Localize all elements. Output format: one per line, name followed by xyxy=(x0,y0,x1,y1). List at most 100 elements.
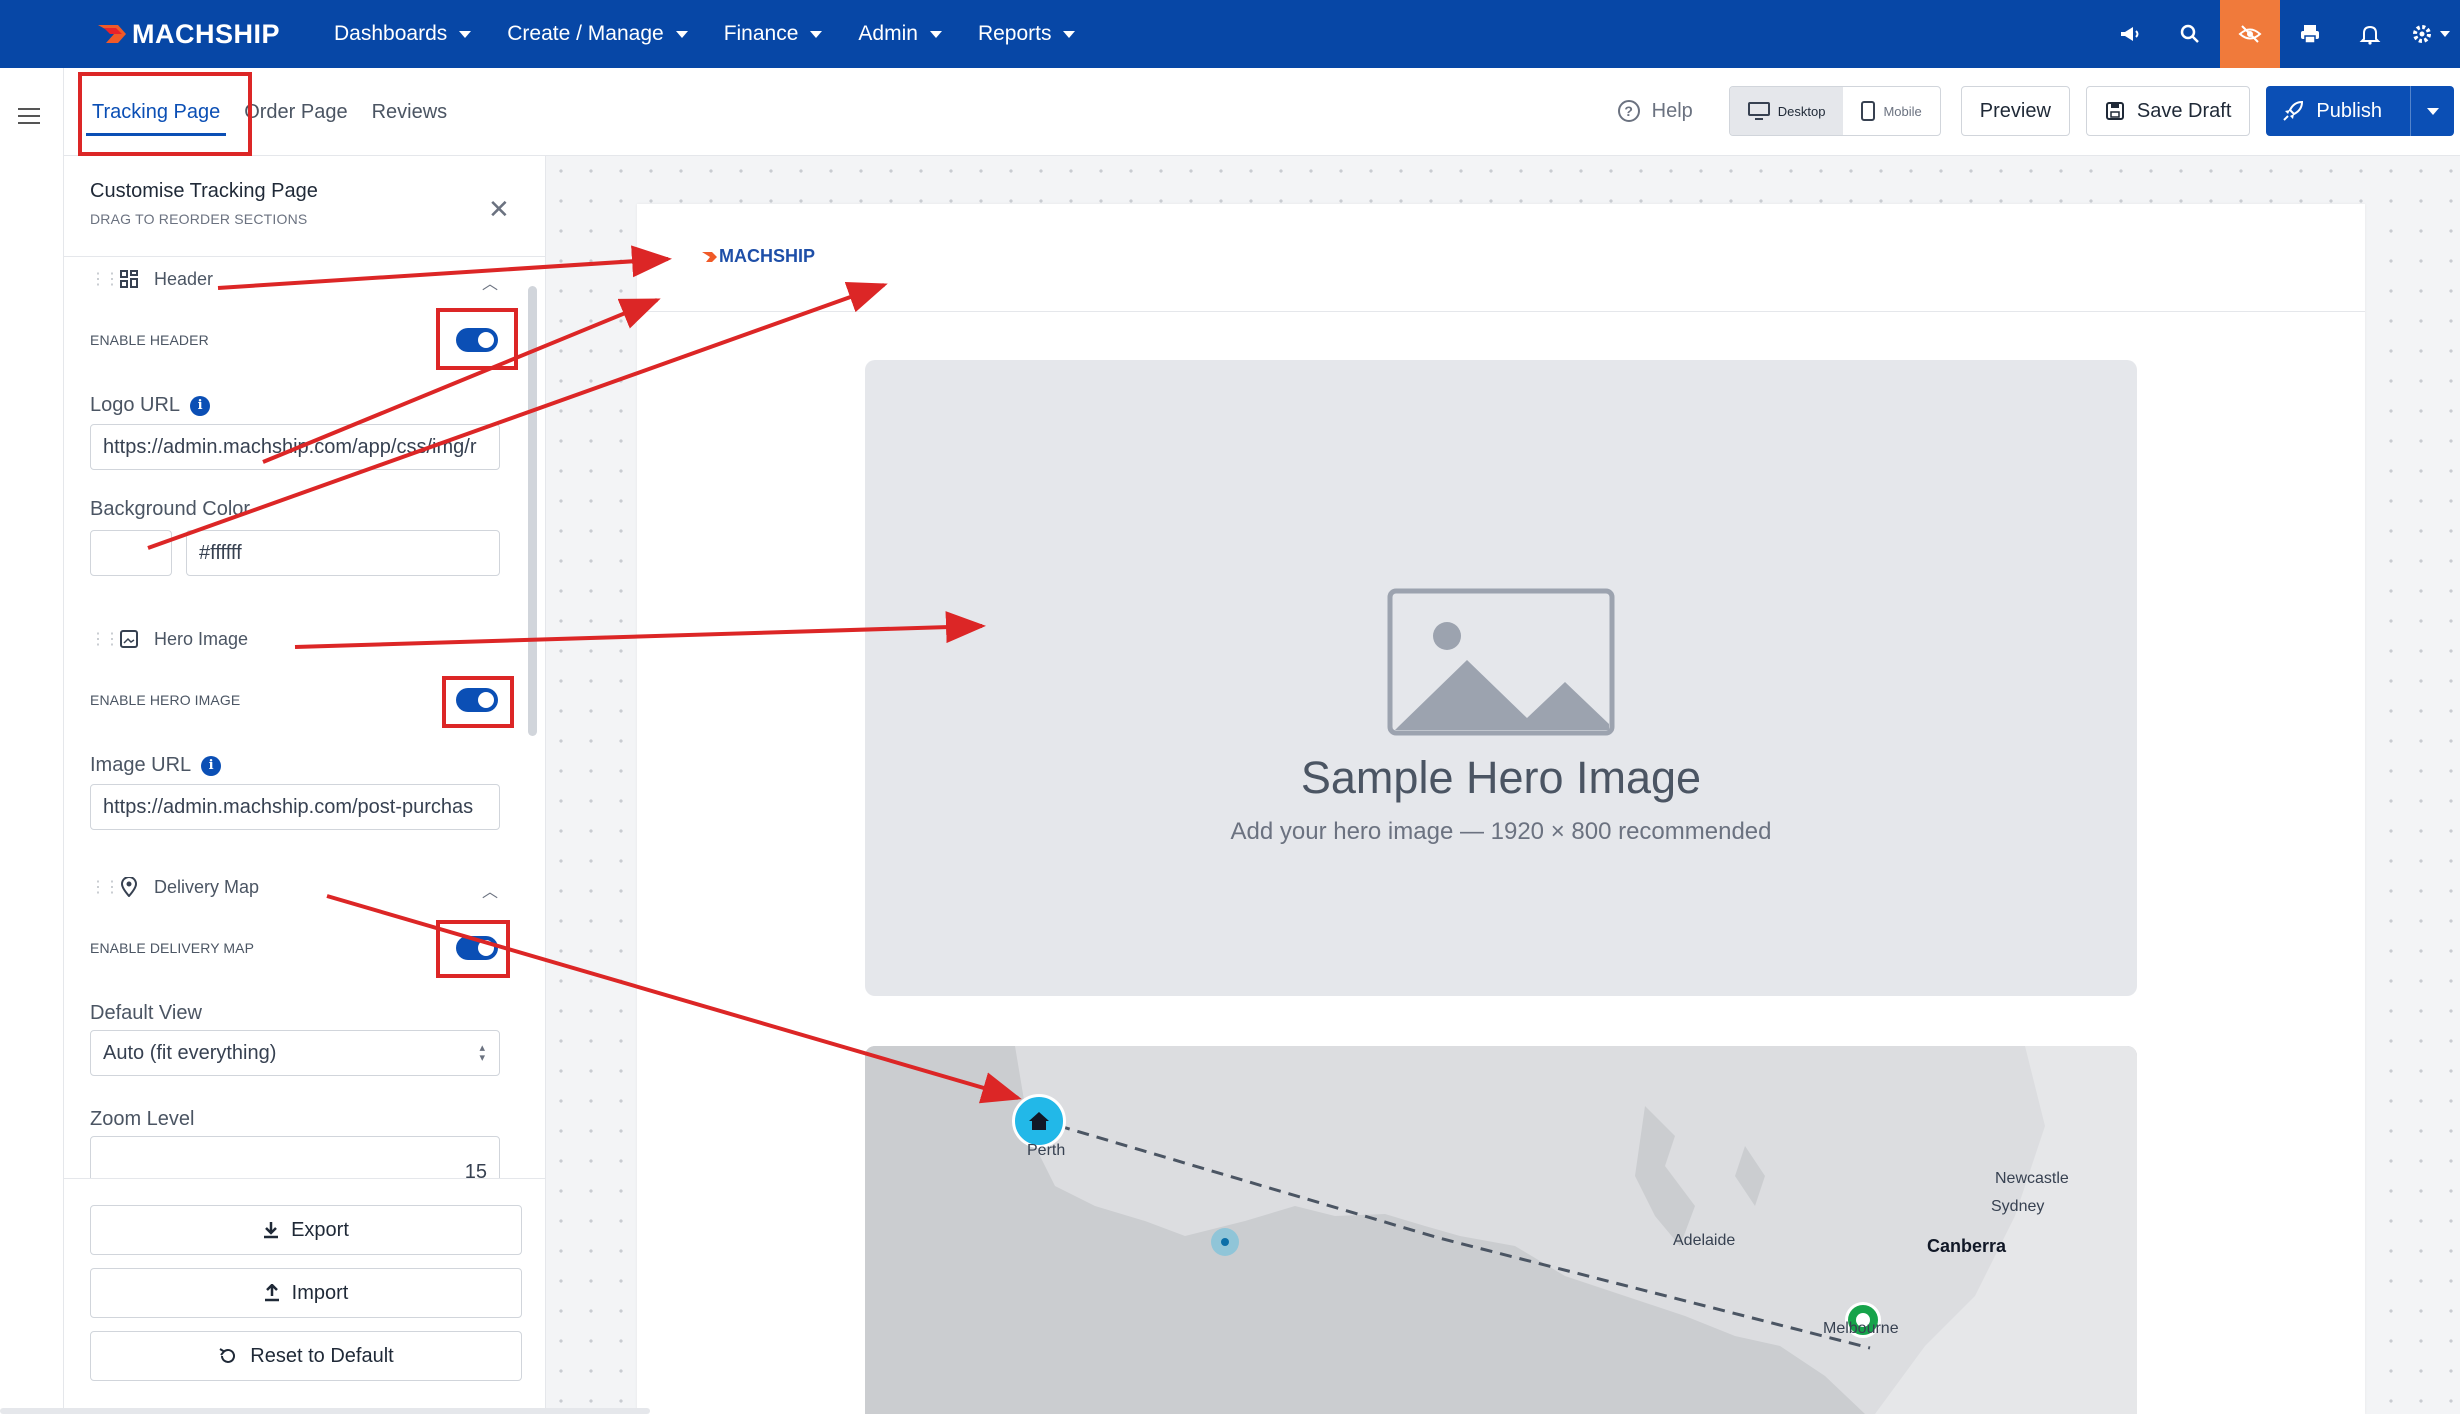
device-toggle: Desktop Mobile xyxy=(1728,86,1941,136)
reset-button[interactable]: Reset to Default xyxy=(90,1331,522,1381)
export-button[interactable]: Export xyxy=(90,1205,522,1255)
section-hero-image[interactable]: ⋮⋮ Hero Image xyxy=(90,628,248,650)
nav-create-manage[interactable]: Create / Manage xyxy=(489,0,705,68)
chevron-up-icon[interactable]: ︿ xyxy=(482,878,498,902)
panel-header: Customise Tracking Page DRAG TO REORDER … xyxy=(90,180,318,227)
section-header[interactable]: ⋮⋮ Header xyxy=(90,268,213,290)
image-placeholder-icon xyxy=(1387,588,1615,736)
drag-handle-icon[interactable]: ⋮⋮ xyxy=(90,877,120,897)
search-icon[interactable] xyxy=(2160,0,2220,68)
hero-title: Sample Hero Image xyxy=(1300,752,1702,803)
image-url-label: Image URL i xyxy=(90,754,222,777)
map-label-sydney: Sydney xyxy=(1991,1198,2045,1215)
select-arrows-icon: ▴ ▾ xyxy=(479,1042,485,1064)
caret-down-icon xyxy=(1063,30,1076,38)
default-view-value: Auto (fit everything) xyxy=(103,1041,277,1064)
upload-icon xyxy=(264,1284,279,1302)
main-menu: Dashboards Create / Manage Finance Admin… xyxy=(316,0,1093,68)
tab-reviews-label: Reviews xyxy=(371,100,448,123)
preview-logo: MACHSHIP xyxy=(701,246,815,267)
toolbar-actions: ? Help Desktop Mobile Preview Save Draft… xyxy=(1617,86,2454,136)
mobile-label: Mobile xyxy=(1883,103,1922,119)
drag-handle-icon[interactable]: ⋮⋮ xyxy=(90,629,120,649)
panel-scrollbar[interactable] xyxy=(528,286,537,736)
panel-title: Customise Tracking Page xyxy=(90,180,318,202)
caret-down-icon xyxy=(459,30,472,38)
logo-url-input[interactable]: https://admin.machship.com/app/css/img/r xyxy=(90,424,500,470)
save-draft-label: Save Draft xyxy=(2136,99,2232,122)
logo-swoosh-icon xyxy=(98,25,126,43)
editor-toolbar: Tracking Page Order Page Reviews ? Help … xyxy=(64,68,2460,156)
preview-button[interactable]: Preview xyxy=(1960,86,2070,136)
annotation-box-tab xyxy=(78,72,252,156)
top-navbar: MACHSHIP Dashboards Create / Manage Fina… xyxy=(0,0,2460,68)
map-label-adelaide: Adelaide xyxy=(1673,1232,1736,1249)
panel-subtitle: DRAG TO REORDER SECTIONS xyxy=(90,211,308,227)
tracking-page-preview: MACHSHIP Sample Hero Image Add your hero… xyxy=(637,204,2365,1414)
import-button[interactable]: Import xyxy=(90,1268,522,1318)
hero-subtitle: Add your hero image — 1920 × 800 recomme… xyxy=(1230,818,1772,845)
publish-button[interactable]: Publish xyxy=(2266,86,2454,136)
mobile-button[interactable]: Mobile xyxy=(1843,87,1939,135)
print-icon[interactable] xyxy=(2280,0,2340,68)
map-pin-icon xyxy=(118,876,140,898)
rocket-icon xyxy=(2283,100,2304,121)
help-link[interactable]: ? Help xyxy=(1617,99,1693,123)
desktop-button[interactable]: Desktop xyxy=(1729,87,1844,135)
map-label-melbourne: Melbourne xyxy=(1823,1320,1899,1337)
default-view-select[interactable]: Auto (fit everything) ▴ ▾ xyxy=(90,1030,500,1076)
image-url-input[interactable]: https://admin.machship.com/post-purchas xyxy=(90,784,500,830)
megaphone-icon[interactable] xyxy=(2100,0,2160,68)
panel-footer: Export Import Reset to Default xyxy=(64,1178,545,1414)
help-label: Help xyxy=(1651,99,1693,122)
nav-create-manage-label: Create / Manage xyxy=(507,22,664,45)
color-swatch[interactable] xyxy=(90,530,172,576)
hamburger-menu-icon[interactable] xyxy=(18,108,40,124)
delivery-map[interactable]: Perth Adelaide Newcastle Sydney Canberra… xyxy=(865,1046,2137,1414)
nav-dashboards[interactable]: Dashboards xyxy=(316,0,489,68)
bell-icon[interactable] xyxy=(2340,0,2400,68)
preview-header[interactable]: MACHSHIP xyxy=(637,204,2365,312)
nav-admin-label: Admin xyxy=(858,22,918,45)
enable-hero-label: ENABLE HERO IMAGE xyxy=(90,692,241,708)
grid-icon xyxy=(118,268,140,290)
section-hero-label: Hero Image xyxy=(154,628,249,649)
nav-finance[interactable]: Finance xyxy=(706,0,841,68)
drag-handle-icon[interactable]: ⋮⋮ xyxy=(90,269,120,289)
help-icon: ? xyxy=(1617,100,1640,122)
info-icon[interactable]: i xyxy=(201,755,222,776)
monitor-icon xyxy=(1747,102,1770,120)
close-icon[interactable]: ✕ xyxy=(488,194,510,225)
background-color-input[interactable]: #ffffff xyxy=(186,530,500,576)
nav-dashboards-label: Dashboards xyxy=(334,22,448,45)
nav-finance-label: Finance xyxy=(723,22,799,45)
nav-admin[interactable]: Admin xyxy=(840,0,960,68)
tab-order-page-label: Order Page xyxy=(244,100,348,123)
background-color-label: Background Color xyxy=(90,498,251,520)
logo-swoosh-icon xyxy=(702,251,717,262)
section-delivery-map[interactable]: ⋮⋮ Delivery Map xyxy=(90,876,259,898)
gear-icon[interactable] xyxy=(2400,0,2460,68)
tab-reviews[interactable]: Reviews xyxy=(360,68,460,156)
enable-header-label: ENABLE HEADER xyxy=(90,332,209,348)
image-url-label-text: Image URL xyxy=(90,754,192,776)
publish-label: Publish xyxy=(2316,99,2382,122)
chevron-up-icon[interactable]: ︿ xyxy=(482,270,498,294)
desktop-label: Desktop xyxy=(1777,103,1826,119)
current-location-marker xyxy=(1211,1228,1239,1256)
nav-reports[interactable]: Reports xyxy=(960,0,1094,68)
origin-home-marker[interactable] xyxy=(1012,1094,1066,1148)
preview-label: Preview xyxy=(1979,99,2051,122)
publish-dropdown-icon[interactable] xyxy=(2410,86,2454,136)
info-icon[interactable]: i xyxy=(190,395,211,416)
eye-off-icon[interactable] xyxy=(2220,0,2280,68)
brand-logo[interactable]: MACHSHIP xyxy=(96,19,280,50)
left-rail xyxy=(0,68,64,1414)
publish-main[interactable]: Publish xyxy=(2282,100,2410,123)
phone-icon xyxy=(1861,101,1876,121)
default-view-label: Default View xyxy=(90,1002,202,1024)
horizontal-scrollbar[interactable] xyxy=(0,1408,650,1414)
section-header-label: Header xyxy=(154,268,214,289)
save-draft-button[interactable]: Save Draft xyxy=(2085,86,2251,136)
hero-image-placeholder[interactable]: Sample Hero Image Add your hero image — … xyxy=(865,360,2137,996)
